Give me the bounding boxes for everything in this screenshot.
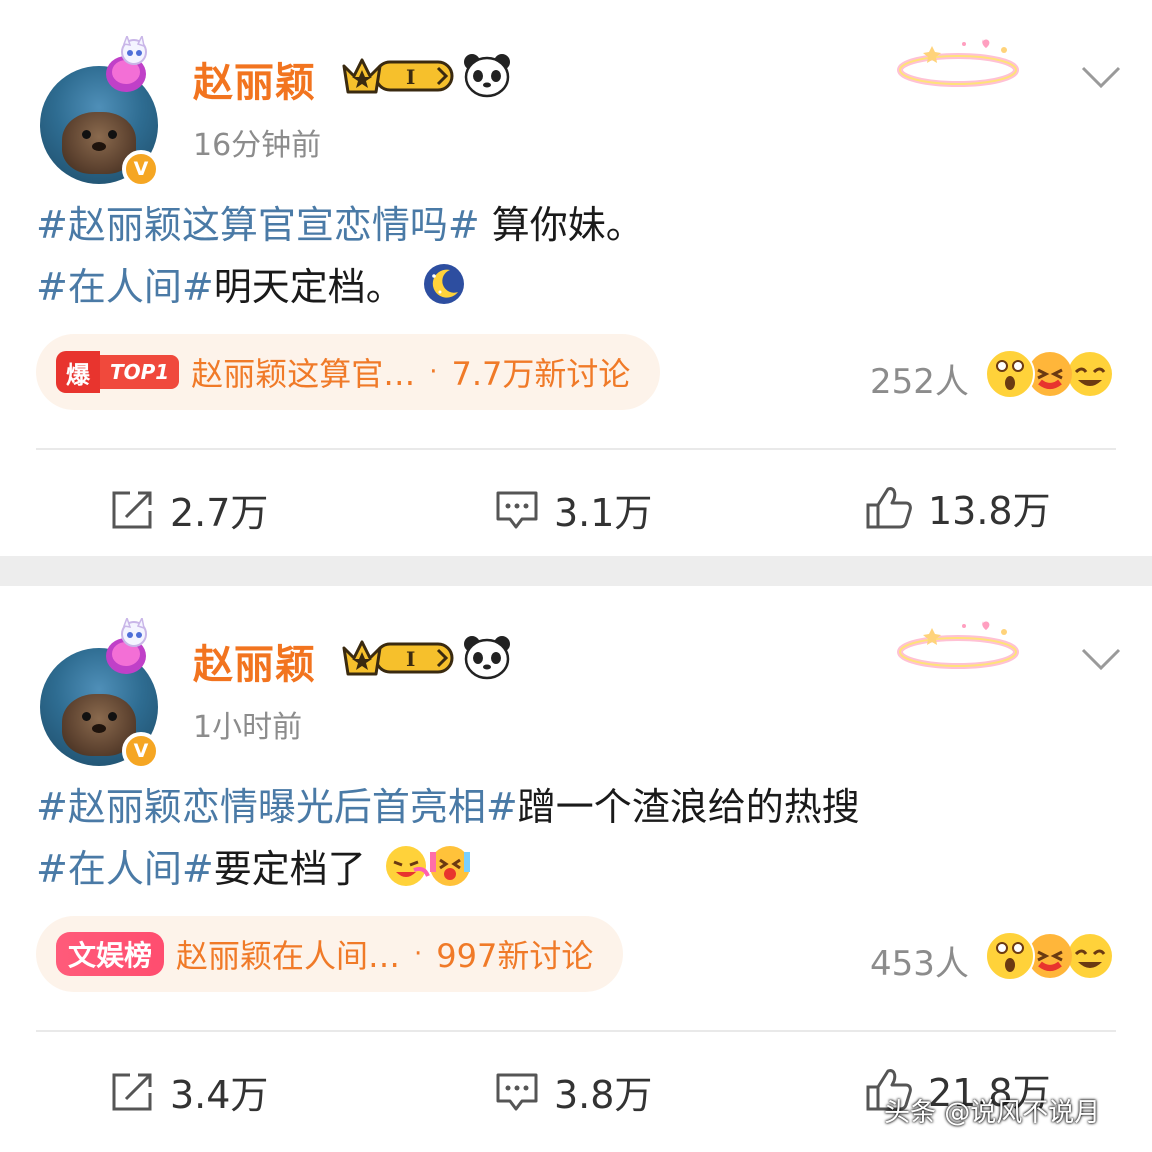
crown-level-badge[interactable]: I <box>340 54 456 98</box>
post-text: 蹭一个渣浪给的热搜 <box>517 785 860 829</box>
hashtag-link[interactable]: #赵丽颖恋情曝光后首亮相# <box>36 785 518 829</box>
repost-count: 2.7万 <box>170 491 269 535</box>
separator: · <box>429 357 438 387</box>
panda-icon <box>464 54 510 98</box>
reaction-emojis-icon[interactable] <box>984 348 1116 400</box>
separator: · <box>414 939 423 969</box>
reaction-count[interactable]: 453人 <box>870 936 969 985</box>
post-text: 算你妹。 <box>479 203 644 247</box>
weibo-post: V 赵丽颖 I 1小时前 #赵丽颖恋情曝光后首亮相#蹭一个渣浪给的热搜 #在人间… <box>0 586 1152 1152</box>
divider <box>36 448 1116 450</box>
topic-discussion-count: 997新讨论 <box>436 937 594 975</box>
avatar[interactable]: V <box>40 36 160 188</box>
watermark: 头条 @说风不说月 <box>884 1098 1101 1128</box>
reaction-emojis-icon[interactable] <box>984 930 1116 982</box>
hot-topic-pill[interactable]: 文娱榜 赵丽颖在人间… · 997新讨论 <box>36 916 624 992</box>
badge-level: I <box>406 65 415 89</box>
post-text-line-1: #赵丽颖这算官宣恋情吗# 算你妹。 <box>36 194 644 249</box>
repost-icon <box>112 1073 152 1110</box>
comment-icon <box>496 1073 538 1110</box>
divider <box>36 1030 1116 1032</box>
post-text: 要定档了 <box>213 847 366 891</box>
post-text: 明天定档。 <box>213 265 404 309</box>
verified-badge: V <box>122 150 160 188</box>
post-timestamp: 1小时前 <box>193 710 303 745</box>
laugh-emojis-icon <box>385 846 470 886</box>
topic-discussion-count: 7.7万新讨论 <box>451 355 631 393</box>
post-text-line-2: #在人间#要定档了 <box>36 838 472 893</box>
halo-decoration-icon <box>897 39 1019 87</box>
username[interactable]: 赵丽颖 <box>193 50 316 108</box>
chevron-down-icon[interactable] <box>1080 64 1122 90</box>
hashtag-link[interactable]: #赵丽颖这算官宣恋情吗# <box>36 203 480 247</box>
hashtag-link[interactable]: #在人间# <box>36 847 214 891</box>
comment-count: 3.1万 <box>554 491 653 535</box>
post-timestamp: 16分钟前 <box>193 128 322 163</box>
hashtag-link[interactable]: #在人间# <box>36 265 214 309</box>
like-count: 13.8万 <box>928 489 1051 533</box>
comment-button[interactable]: 3.1万 <box>494 482 652 537</box>
topic-title: 赵丽颖在人间… <box>176 937 401 975</box>
hot-topic-pill[interactable]: 爆 TOP1 赵丽颖这算官… · 7.7万新讨论 <box>36 334 661 410</box>
weibo-post: V 赵丽颖 I 16分钟前 #赵丽颖这算官宣恋情吗# 算你妹。 #在人间#明天定… <box>0 0 1152 556</box>
chevron-down-icon[interactable] <box>1080 646 1122 672</box>
avatar-pendant-icon <box>106 36 147 92</box>
like-button[interactable]: 13.8万 <box>864 480 1051 535</box>
badge-level: I <box>406 647 415 671</box>
moon-emoji-icon <box>423 264 464 304</box>
verified-badge: V <box>122 732 160 770</box>
topic-title: 赵丽颖这算官… <box>191 355 416 393</box>
panda-icon <box>464 636 510 680</box>
repost-button[interactable]: 2.7万 <box>110 482 268 537</box>
post-text-line-1: #赵丽颖恋情曝光后首亮相#蹭一个渣浪给的热搜 <box>36 776 860 831</box>
hot-rank-badge: 爆 TOP1 <box>56 351 180 393</box>
post-text-line-2: #在人间#明天定档。 <box>36 256 466 311</box>
avatar[interactable]: V <box>40 618 160 770</box>
halo-decoration-icon <box>897 621 1019 669</box>
entertainment-rank-badge: 文娱榜 <box>56 932 165 976</box>
comment-icon <box>496 491 538 528</box>
comment-button[interactable]: 3.8万 <box>494 1064 652 1119</box>
crown-level-badge[interactable]: I <box>340 636 456 680</box>
username[interactable]: 赵丽颖 <box>193 632 316 690</box>
avatar-pendant-icon <box>106 618 147 674</box>
like-icon <box>866 486 912 528</box>
reaction-count[interactable]: 252人 <box>870 354 969 403</box>
comment-count: 3.8万 <box>554 1073 653 1117</box>
repost-button[interactable]: 3.4万 <box>110 1064 268 1119</box>
repost-count: 3.4万 <box>170 1073 269 1117</box>
repost-icon <box>112 491 152 528</box>
